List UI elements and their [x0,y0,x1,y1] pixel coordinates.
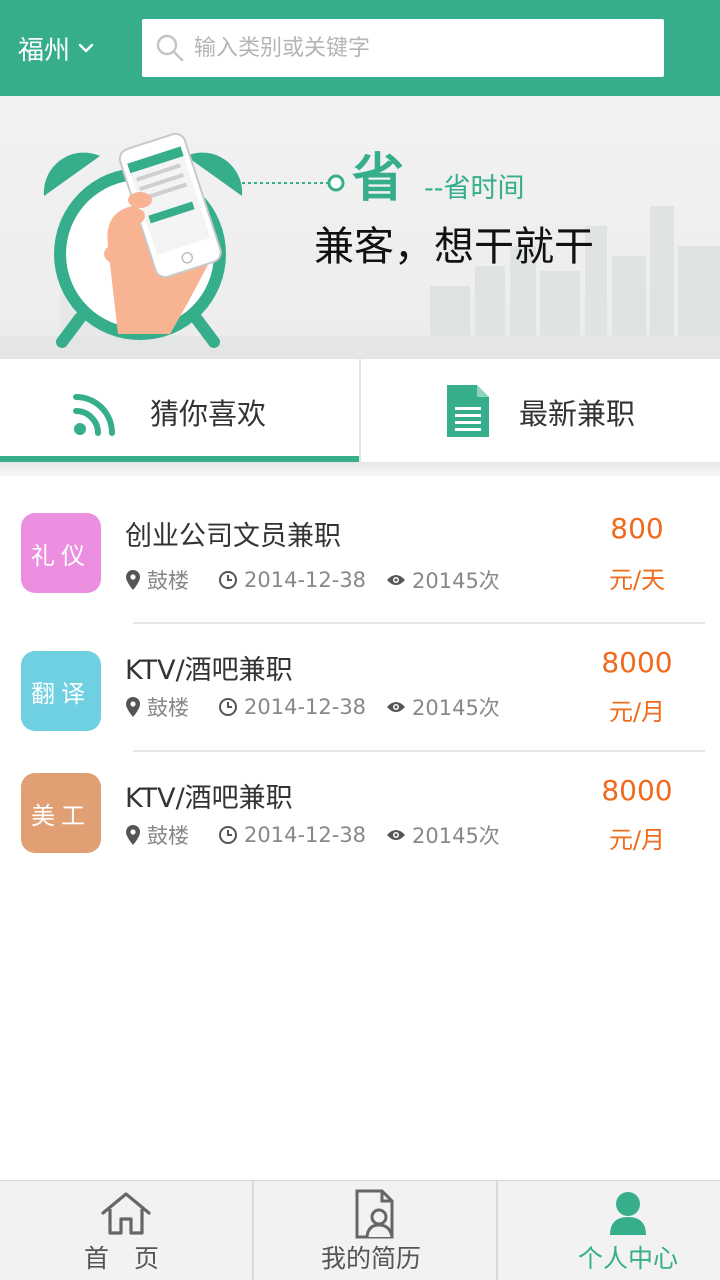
banner-slogan: 兼客，想干就干 [314,224,594,270]
job-list-item[interactable]: 礼仪 创业公司文员兼职 鼓楼 2014-12-38 20145次 800 元/天 [0,500,720,620]
job-category-badge: 礼仪 [21,513,101,593]
job-salary: 8000 [601,646,673,679]
tab-label: 最新兼职 [519,397,636,431]
job-category-badge: 美工 [21,773,101,853]
document-icon [447,385,489,437]
nav-my-resume[interactable]: 我的简历 [254,1181,496,1280]
tab-bar: 猜你喜欢 最新兼职 [0,358,720,464]
clock-icon [219,571,237,589]
eye-icon [387,830,405,840]
job-location: 鼓楼 [147,824,189,848]
job-title: KTV/酒吧兼职 [125,655,293,686]
job-salary: 800 [610,512,664,545]
eye-icon [387,702,405,712]
location-pin-icon [126,697,140,717]
job-views: 20145次 [412,569,500,593]
rss-icon [73,394,115,436]
banner-big-char: 省 [352,149,405,209]
city-selector[interactable]: 福州 [18,28,94,68]
nav-label: 首 页 [84,1244,160,1273]
job-date: 2014-12-38 [244,568,367,592]
search-icon [156,34,184,62]
clock-icon [219,698,237,716]
job-salary-unit: 元/月 [608,826,666,854]
job-title: KTV/酒吧兼职 [125,783,293,814]
job-date: 2014-12-38 [244,823,367,847]
top-bar: 福州 [0,0,720,96]
job-salary-unit: 元/天 [608,566,666,594]
tab-latest-jobs[interactable]: 最新兼职 [361,359,720,465]
eye-icon [387,575,405,585]
location-pin-icon [126,570,140,590]
list-divider [133,622,705,624]
nav-personal-center[interactable]: 个人中心 [498,1181,720,1280]
job-date: 2014-12-38 [244,695,367,719]
job-location: 鼓楼 [147,569,189,593]
search-box[interactable] [142,19,664,77]
banner-subtitle: --省时间 [424,173,525,204]
section-divider [0,462,720,476]
job-category-badge: 翻译 [21,651,101,731]
nav-label: 我的简历 [321,1244,422,1273]
job-salary: 8000 [601,774,673,807]
nav-home[interactable]: 首 页 [0,1181,252,1280]
search-input[interactable] [194,27,644,69]
job-salary-unit: 元/月 [608,698,666,726]
user-icon [610,1192,646,1235]
city-label: 福州 [18,35,71,66]
job-list-item[interactable]: 美工 KTV/酒吧兼职 鼓楼 2014-12-38 20145次 8000 元/… [0,760,720,880]
tab-label: 猜你喜欢 [150,397,267,431]
clock-icon [219,826,237,844]
location-pin-icon [126,825,140,845]
job-location: 鼓楼 [147,696,189,720]
list-divider [133,750,705,752]
promo-banner[interactable]: 省 --省时间 兼客，想干就干 [0,96,720,358]
job-title: 创业公司文员兼职 [125,521,341,552]
home-icon [101,1192,151,1235]
resume-icon [355,1189,394,1239]
job-views: 20145次 [412,696,500,720]
tab-guess-you-like[interactable]: 猜你喜欢 [0,359,359,465]
job-views: 20145次 [412,824,500,848]
bottom-navigation: 首 页 我的简历 个人中心 [0,1180,720,1280]
nav-label: 个人中心 [578,1244,679,1273]
chevron-down-icon [78,43,94,53]
job-list-item[interactable]: 翻译 KTV/酒吧兼职 鼓楼 2014-12-38 20145次 8000 元/… [0,638,720,758]
